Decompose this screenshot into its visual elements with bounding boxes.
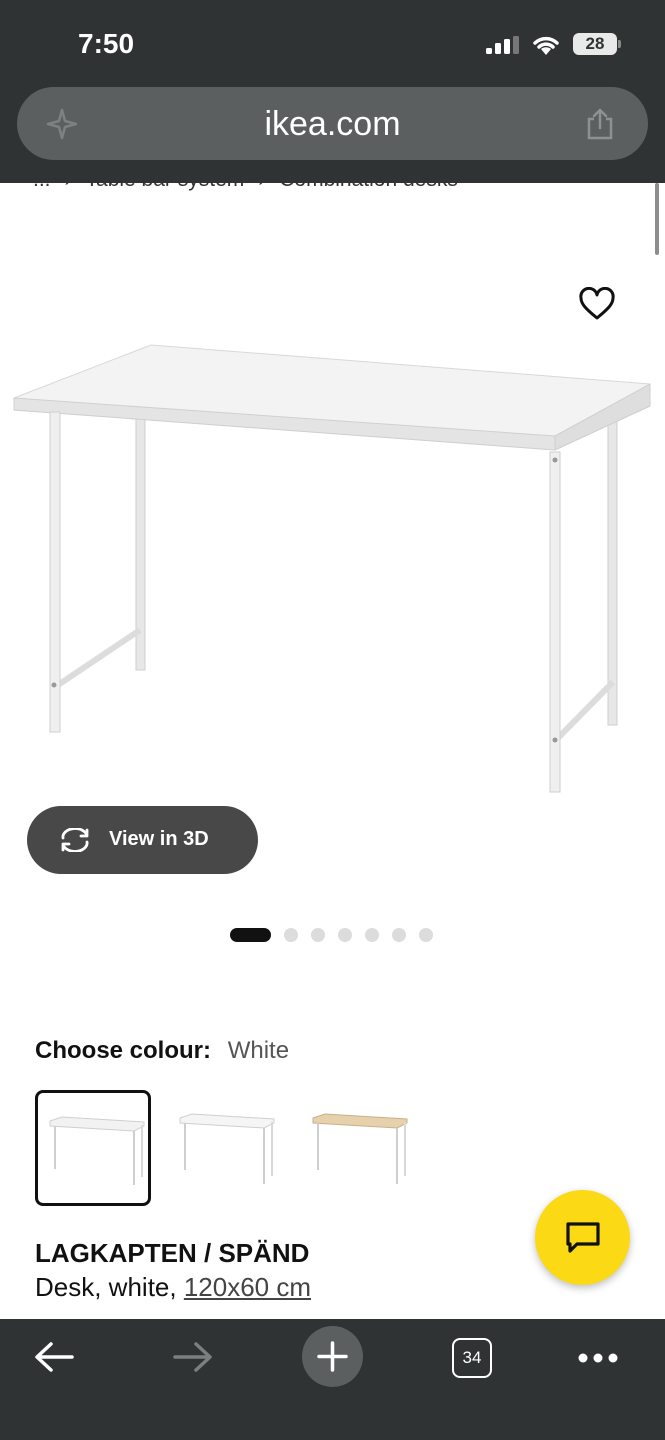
product-name: LAGKAPTEN / SPÄND: [35, 1238, 310, 1268]
pagination-dot-active[interactable]: [230, 928, 271, 942]
pagination-dot[interactable]: [392, 928, 406, 942]
swatch-desk-thumbnail: [179, 1113, 275, 1184]
product-image-desk[interactable]: [10, 340, 655, 800]
back-arrow-icon[interactable]: [33, 1339, 75, 1375]
url-text[interactable]: ikea.com: [17, 105, 648, 144]
swatch-desk-thumbnail: [49, 1116, 145, 1185]
chat-icon: [566, 1222, 600, 1253]
product-size-link[interactable]: 120x60 cm: [184, 1272, 311, 1302]
battery-cap: [618, 40, 621, 48]
colour-chooser: Choose colour: White: [35, 1037, 289, 1065]
rotate-icon: [61, 828, 89, 852]
tab-switcher-button[interactable]: 34: [452, 1338, 492, 1378]
pagination-dot[interactable]: [338, 928, 352, 942]
colour-swatch-oak[interactable]: [301, 1090, 417, 1206]
heart-icon[interactable]: [578, 287, 616, 321]
swatch-desk-thumbnail: [312, 1113, 408, 1184]
pagination-dot[interactable]: [284, 928, 298, 942]
wifi-icon: [533, 36, 559, 55]
forward-arrow-icon[interactable]: [172, 1339, 214, 1375]
more-icon[interactable]: [578, 1353, 618, 1363]
battery-indicator: 28: [573, 33, 617, 55]
plus-icon: [317, 1341, 348, 1372]
new-tab-button[interactable]: [302, 1326, 363, 1387]
cellular-signal-icon: [486, 36, 519, 54]
browser-bottom-toolbar: 34: [0, 1319, 665, 1440]
pagination-dot[interactable]: [311, 928, 325, 942]
chat-button[interactable]: [535, 1190, 630, 1285]
share-icon[interactable]: [585, 107, 615, 141]
pagination-dot[interactable]: [365, 928, 379, 942]
status-time: 7:50: [78, 28, 135, 59]
scrollbar-thumb[interactable]: [655, 183, 659, 255]
pagination-dot[interactable]: [419, 928, 433, 942]
colour-label: Choose colour:: [35, 1037, 212, 1064]
view-in-3d-label: View in 3D: [109, 828, 209, 850]
colour-value: White: [227, 1037, 290, 1064]
address-bar[interactable]: ikea.com: [17, 87, 648, 160]
browser-top-bar: 7:50 28 ikea.com: [0, 0, 665, 183]
colour-swatch-white[interactable]: [35, 1090, 151, 1206]
colour-swatch-white-alt[interactable]: [168, 1090, 284, 1206]
product-description-text: Desk, white,: [35, 1272, 184, 1302]
view-in-3d-button[interactable]: View in 3D: [27, 806, 258, 874]
gallery-pagination: [230, 928, 433, 942]
product-description: Desk, white, 120x60 cm: [35, 1272, 311, 1303]
